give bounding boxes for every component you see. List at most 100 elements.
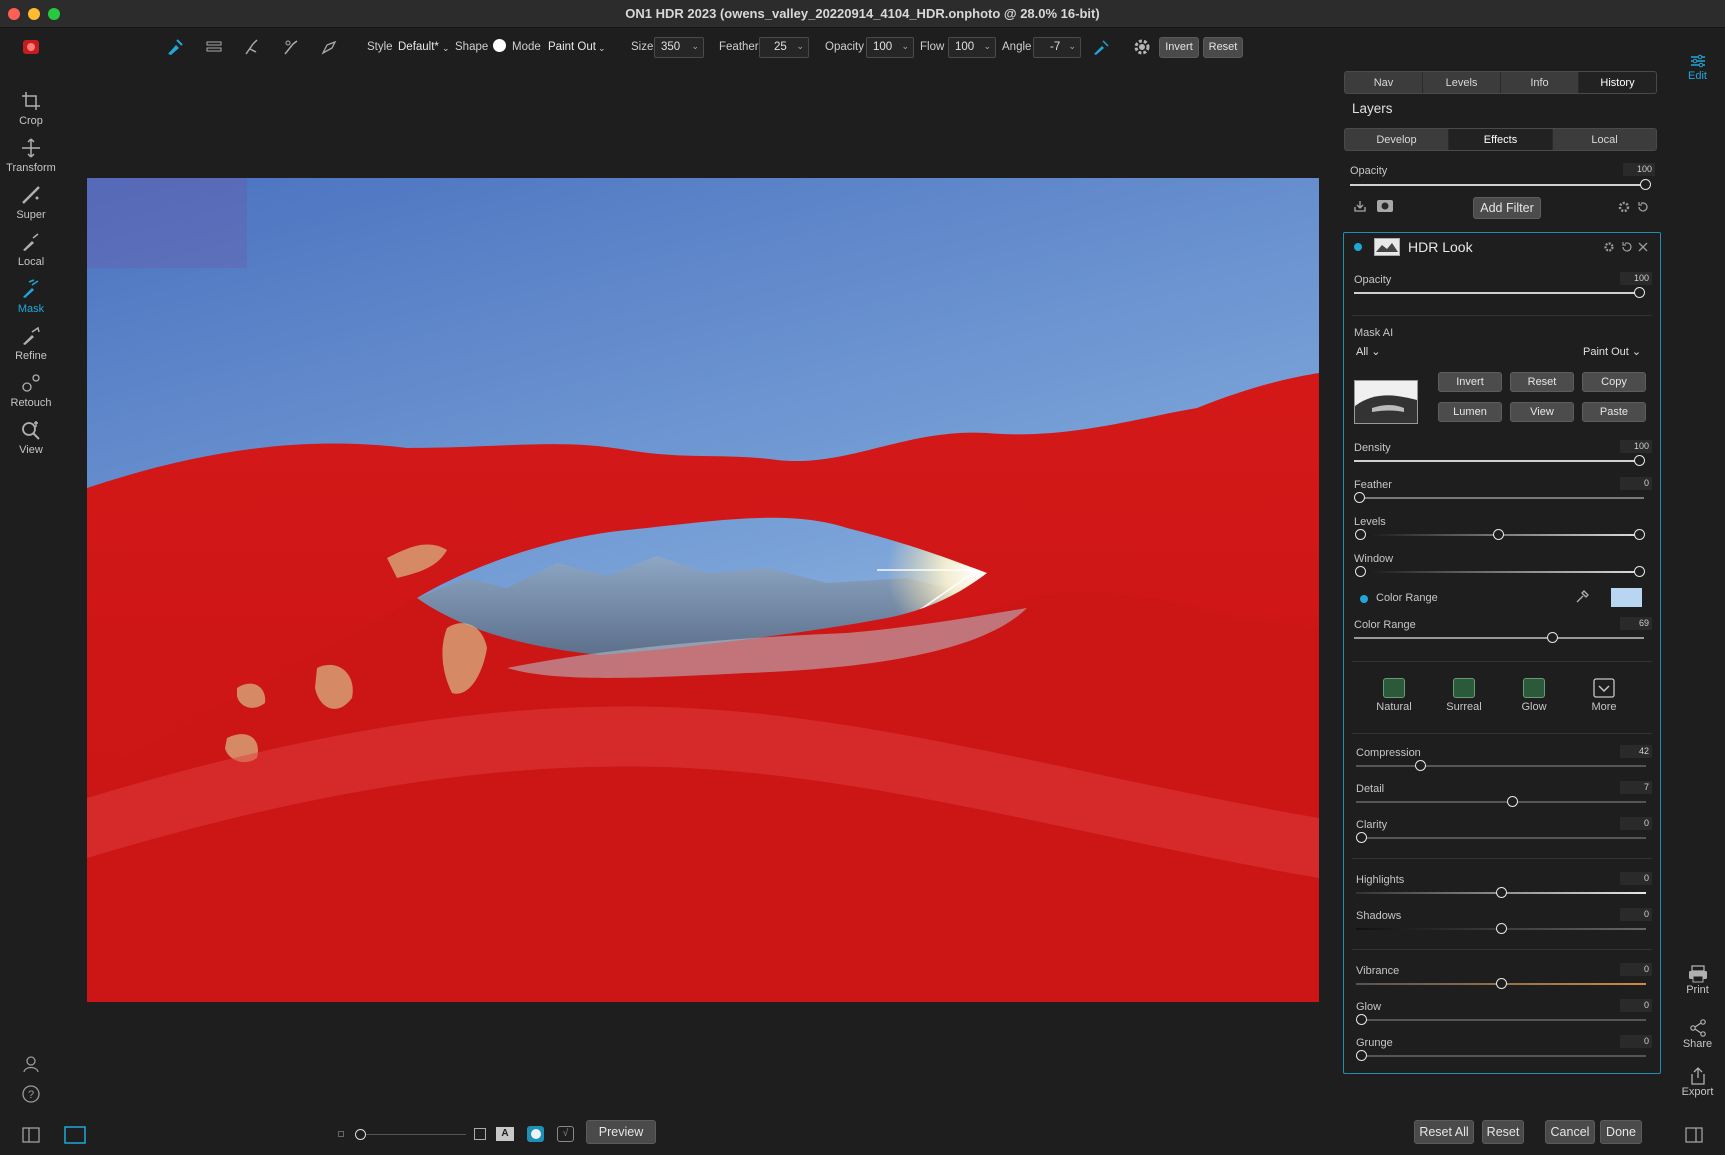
filter-title[interactable]: HDR Look	[1408, 239, 1473, 255]
chevron-down-icon[interactable]: ⌄	[598, 43, 606, 54]
mask-window-slider[interactable]: Window	[1354, 553, 1652, 577]
preset-more[interactable]: More	[1574, 678, 1634, 713]
mask-brush-tool-icon[interactable]	[164, 36, 186, 58]
levels-black-thumb[interactable]	[1355, 529, 1366, 540]
chisel-brush-icon[interactable]	[241, 36, 263, 58]
preset-natural[interactable]: Natural	[1364, 678, 1424, 713]
tool-crop[interactable]: Crop	[0, 90, 62, 127]
user-account-icon[interactable]	[21, 1054, 41, 1074]
chevron-down-icon[interactable]: ⌄	[1068, 41, 1076, 52]
slider-thumb[interactable]	[1547, 632, 1559, 643]
reset-button[interactable]: Reset	[1482, 1120, 1524, 1144]
tool-super[interactable]: Super	[0, 184, 62, 221]
invert-mask-button[interactable]: Invert	[1159, 37, 1199, 58]
clarity-slider[interactable]: Clarity 0	[1356, 817, 1652, 843]
slider-thumb[interactable]	[1356, 1014, 1367, 1025]
highlights-slider[interactable]: Highlights 0	[1356, 872, 1652, 898]
levels-mid-thumb[interactable]	[1493, 529, 1504, 540]
toggle-right-panel-icon[interactable]	[1685, 1127, 1703, 1143]
image-canvas[interactable]	[87, 178, 1319, 1002]
slider-thumb[interactable]	[1507, 796, 1519, 807]
feather-field[interactable]: 25 ⌄	[759, 37, 809, 58]
mask-view-overlay-icon[interactable]	[527, 1126, 544, 1142]
slider-value[interactable]: 0	[1620, 872, 1652, 885]
slider-value[interactable]: 0	[1620, 477, 1652, 490]
color-range-swatch[interactable]	[1611, 588, 1642, 607]
preview-button[interactable]: Preview	[586, 1120, 656, 1144]
mask-reset-button[interactable]: Reset	[1510, 372, 1574, 392]
add-filter-button[interactable]: Add Filter	[1473, 197, 1541, 219]
reset-icon[interactable]	[1621, 241, 1633, 253]
slider-thumb[interactable]	[1634, 455, 1645, 466]
mask-thumbnail[interactable]	[1354, 380, 1418, 424]
filter-opacity-slider[interactable]: Opacity 100	[1354, 272, 1652, 298]
slider-thumb[interactable]	[1354, 492, 1365, 503]
preset-surreal[interactable]: Surreal	[1434, 678, 1494, 713]
color-range-toggle[interactable]	[1360, 595, 1368, 603]
slider-thumb[interactable]	[1496, 923, 1507, 934]
tool-view[interactable]: View	[0, 419, 62, 456]
vibrance-slider[interactable]: Vibrance 0	[1356, 963, 1652, 989]
slider-value[interactable]: 7	[1620, 781, 1652, 794]
slider-value[interactable]: 0	[1620, 908, 1652, 921]
lasso-mask-icon[interactable]	[318, 36, 340, 58]
slider-thumb[interactable]	[1356, 1050, 1367, 1061]
save-preset-icon[interactable]	[1352, 198, 1368, 214]
flow-field[interactable]: 100 ⌄	[948, 37, 996, 58]
edit-module-button[interactable]: Edit	[1670, 52, 1725, 82]
grunge-slider[interactable]: Grunge 0	[1356, 1035, 1652, 1061]
mask-paste-button[interactable]: Paste	[1582, 402, 1646, 422]
mask-levels-slider[interactable]: Levels	[1354, 516, 1652, 540]
zoom-slider-thumb[interactable]	[355, 1129, 366, 1140]
tab-develop[interactable]: Develop	[1345, 129, 1449, 150]
slider-value[interactable]: 0	[1620, 817, 1652, 830]
detail-slider[interactable]: Detail 7	[1356, 781, 1652, 807]
slider-thumb[interactable]	[1496, 887, 1507, 898]
chevron-down-icon[interactable]: ⌄	[796, 41, 804, 52]
slider-value[interactable]: 100	[1620, 440, 1652, 453]
opacity-field[interactable]: 100 ⌄	[866, 37, 914, 58]
blur-brush-icon[interactable]	[280, 36, 302, 58]
zoom-out-icon[interactable]	[338, 1131, 344, 1137]
preset-glow[interactable]: Glow	[1504, 678, 1564, 713]
style-dropdown[interactable]: Default*	[398, 41, 439, 53]
slider-value[interactable]: 100	[1620, 272, 1652, 285]
filter-enabled-toggle[interactable]	[1354, 243, 1362, 251]
slider-value[interactable]: 0	[1620, 999, 1652, 1012]
gradient-mask-icon[interactable]	[203, 36, 225, 58]
slider-value[interactable]: 0	[1620, 1035, 1652, 1048]
slider-thumb[interactable]	[1414, 760, 1426, 771]
slider-thumb[interactable]	[1356, 832, 1367, 843]
slider-thumb[interactable]	[1496, 978, 1507, 989]
slider-value[interactable]: 69	[1620, 617, 1652, 630]
mask-view-grayscale-icon[interactable]: A	[496, 1127, 514, 1141]
slider-thumb[interactable]	[1634, 287, 1645, 298]
tab-levels[interactable]: Levels	[1423, 72, 1501, 93]
slider-value[interactable]: 42	[1620, 745, 1652, 758]
mask-ai-mode-dropdown[interactable]: Paint Out ⌄	[1583, 345, 1641, 358]
tool-refine[interactable]: Refine	[0, 325, 62, 362]
mask-feather-slider[interactable]: Feather 0	[1354, 477, 1652, 503]
angle-field[interactable]: -7 ⌄	[1033, 37, 1081, 58]
close-icon[interactable]	[1637, 241, 1649, 253]
size-field[interactable]: 350 ⌄	[654, 37, 704, 58]
tool-local[interactable]: Local	[0, 231, 62, 268]
mask-copy-button[interactable]: Copy	[1582, 372, 1646, 392]
done-button[interactable]: Done	[1600, 1120, 1642, 1144]
reset-mask-button[interactable]: Reset	[1203, 37, 1243, 58]
gear-icon[interactable]	[1131, 36, 1153, 58]
gear-icon[interactable]	[1603, 241, 1615, 253]
brush-shape-round-icon[interactable]	[493, 39, 506, 52]
eyedropper-icon[interactable]	[1575, 590, 1589, 604]
mask-lumen-button[interactable]: Lumen	[1438, 402, 1502, 422]
gear-icon[interactable]	[1617, 200, 1631, 214]
mask-toggle-icon[interactable]	[1376, 198, 1394, 214]
tool-retouch[interactable]: Retouch	[0, 372, 62, 409]
tab-nav[interactable]: Nav	[1345, 72, 1423, 93]
reset-icon[interactable]	[1636, 200, 1650, 214]
compression-slider[interactable]: Compression 42	[1356, 745, 1652, 771]
slider-thumb[interactable]	[1640, 179, 1651, 190]
chevron-down-icon[interactable]: ⌄	[442, 43, 450, 54]
mask-view-off-icon[interactable]	[474, 1128, 486, 1140]
single-view-icon[interactable]	[64, 1126, 86, 1144]
